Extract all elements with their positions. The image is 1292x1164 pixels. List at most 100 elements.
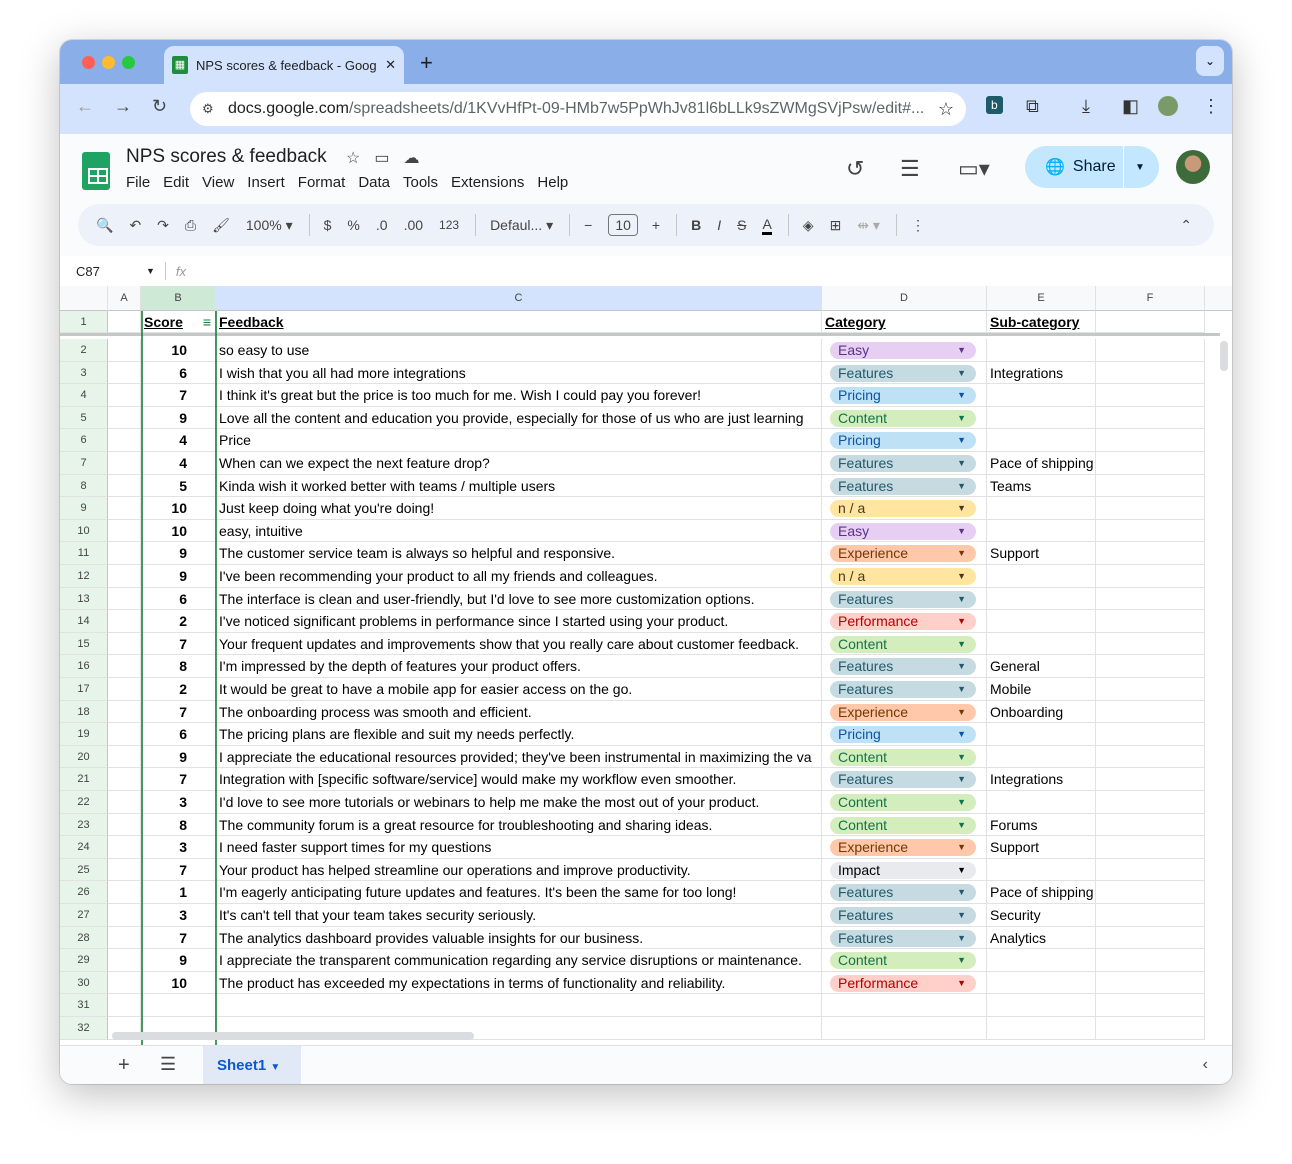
decrease-decimal-button[interactable]: .0 [376,217,388,233]
row-header[interactable]: 21 [60,768,108,791]
row-header[interactable]: 20 [60,745,108,769]
cell[interactable] [108,813,141,837]
merge-cells-icon[interactable]: ⇹ ▾ [857,217,880,234]
category-cell[interactable]: Features ▼ [822,361,987,385]
category-chip[interactable]: Features ▼ [830,884,976,902]
cell[interactable] [108,542,141,565]
category-cell[interactable]: Easy ▼ [822,339,987,362]
feedback-cell[interactable]: The pricing plans are flexible and suit … [216,723,822,746]
chip-dropdown-icon[interactable]: ▼ [957,658,966,675]
category-chip[interactable]: Performance ▼ [830,613,976,631]
score-cell[interactable]: 7 [141,384,216,407]
cell[interactable] [1096,497,1205,520]
category-chip[interactable]: Pricing ▼ [830,726,976,744]
chip-dropdown-icon[interactable]: ▼ [957,930,966,947]
subcategory-cell[interactable] [987,587,1096,611]
category-chip[interactable]: Features ▼ [830,929,976,947]
cell[interactable] [108,655,141,678]
subcategory-cell[interactable] [987,610,1096,633]
subcategory-cell[interactable] [987,632,1096,656]
score-cell[interactable]: 7 [141,858,216,882]
chip-dropdown-icon[interactable]: ▼ [957,975,966,992]
cell[interactable] [1096,587,1205,611]
cell[interactable] [1096,994,1205,1017]
menu-edit[interactable]: Edit [163,174,189,191]
subcategory-cell[interactable] [987,791,1096,814]
score-cell[interactable]: 9 [141,542,216,565]
subcategory-cell[interactable] [987,723,1096,746]
maximize-window-button[interactable] [122,56,135,69]
chip-dropdown-icon[interactable]: ▼ [957,410,966,427]
row-header[interactable]: 11 [60,542,108,565]
feedback-cell[interactable]: The community forum is a great resource … [216,813,822,837]
category-cell[interactable]: Pricing ▼ [822,429,987,452]
category-cell[interactable]: Content ▼ [822,406,987,430]
subcategory-cell[interactable] [987,339,1096,362]
feedback-cell[interactable]: Price [216,429,822,452]
score-cell[interactable]: 9 [141,949,216,972]
cell[interactable] [108,971,141,995]
score-cell[interactable]: 7 [141,768,216,791]
forward-button[interactable]: → [114,96,132,117]
score-cell[interactable]: 9 [141,565,216,588]
cell[interactable] [108,497,141,520]
currency-format-button[interactable]: $ [324,217,332,233]
category-chip[interactable]: Content ▼ [830,816,976,834]
category-chip[interactable]: Features ▼ [830,590,976,608]
score-cell[interactable]: 8 [141,813,216,837]
print-icon[interactable]: ⎙ [185,217,196,234]
category-cell[interactable]: Features ▼ [822,768,987,791]
category-header-cell[interactable]: Category [822,311,987,333]
row-header[interactable]: 28 [60,926,108,950]
score-cell[interactable]: 3 [141,836,216,859]
row-header[interactable]: 18 [60,700,108,724]
cell[interactable] [108,949,141,972]
row-header[interactable]: 8 [60,474,108,498]
category-chip[interactable]: n / a ▼ [830,500,976,518]
font-size-input[interactable]: 10 [608,214,638,236]
subcategory-cell[interactable]: Pace of shipping [987,452,1096,475]
cell[interactable] [108,926,141,950]
row-header[interactable]: 26 [60,881,108,904]
subcategory-cell[interactable] [987,745,1096,769]
feedback-cell[interactable]: The interface is clean and user-friendly… [216,587,822,611]
all-sheets-icon[interactable]: ☰ [160,1054,176,1075]
cell[interactable] [108,745,141,769]
category-cell[interactable]: Features ▼ [822,926,987,950]
category-chip[interactable]: Content ▼ [830,635,976,653]
url-bar[interactable]: ⚙ docs.google.com/spreadsheets/d/1KVvHfP… [190,92,966,126]
row-header[interactable]: 3 [60,361,108,385]
chip-dropdown-icon[interactable]: ▼ [957,432,966,449]
feedback-cell[interactable]: The analytics dashboard provides valuabl… [216,926,822,950]
feedback-cell[interactable]: The product has exceeded my expectations… [216,971,822,995]
browser-menu-icon[interactable]: ⋮ [1202,96,1220,117]
cell[interactable] [1096,474,1205,498]
cell[interactable] [1096,565,1205,588]
strikethrough-button[interactable]: S [737,217,746,233]
chip-dropdown-icon[interactable]: ▼ [957,455,966,472]
name-box-dropdown-icon[interactable]: ▼ [146,266,155,276]
score-cell[interactable]: 9 [141,745,216,769]
cell[interactable] [108,361,141,385]
cell[interactable] [1096,452,1205,475]
download-icon[interactable]: ⤓ [1082,96,1090,117]
cell[interactable] [108,678,141,701]
menu-view[interactable]: View [202,174,234,191]
subcategory-cell[interactable]: Support [987,542,1096,565]
subcategory-cell[interactable]: Mobile [987,678,1096,701]
site-info-icon[interactable]: ⚙ [202,101,214,117]
category-cell[interactable]: Impact ▼ [822,858,987,882]
subcategory-cell[interactable]: Support [987,836,1096,859]
chip-dropdown-icon[interactable]: ▼ [957,817,966,834]
menu-help[interactable]: Help [537,174,568,191]
feedback-cell[interactable]: I'd love to see more tutorials or webina… [216,791,822,814]
cell[interactable] [1096,768,1205,791]
score-cell[interactable]: 6 [141,723,216,746]
row-header[interactable]: 30 [60,971,108,995]
undo-icon[interactable]: ↶ [129,217,141,234]
cell[interactable] [108,474,141,498]
cell[interactable] [1096,949,1205,972]
cell[interactable] [1096,406,1205,430]
select-all-corner[interactable] [60,286,108,311]
row-header[interactable]: 5 [60,406,108,430]
